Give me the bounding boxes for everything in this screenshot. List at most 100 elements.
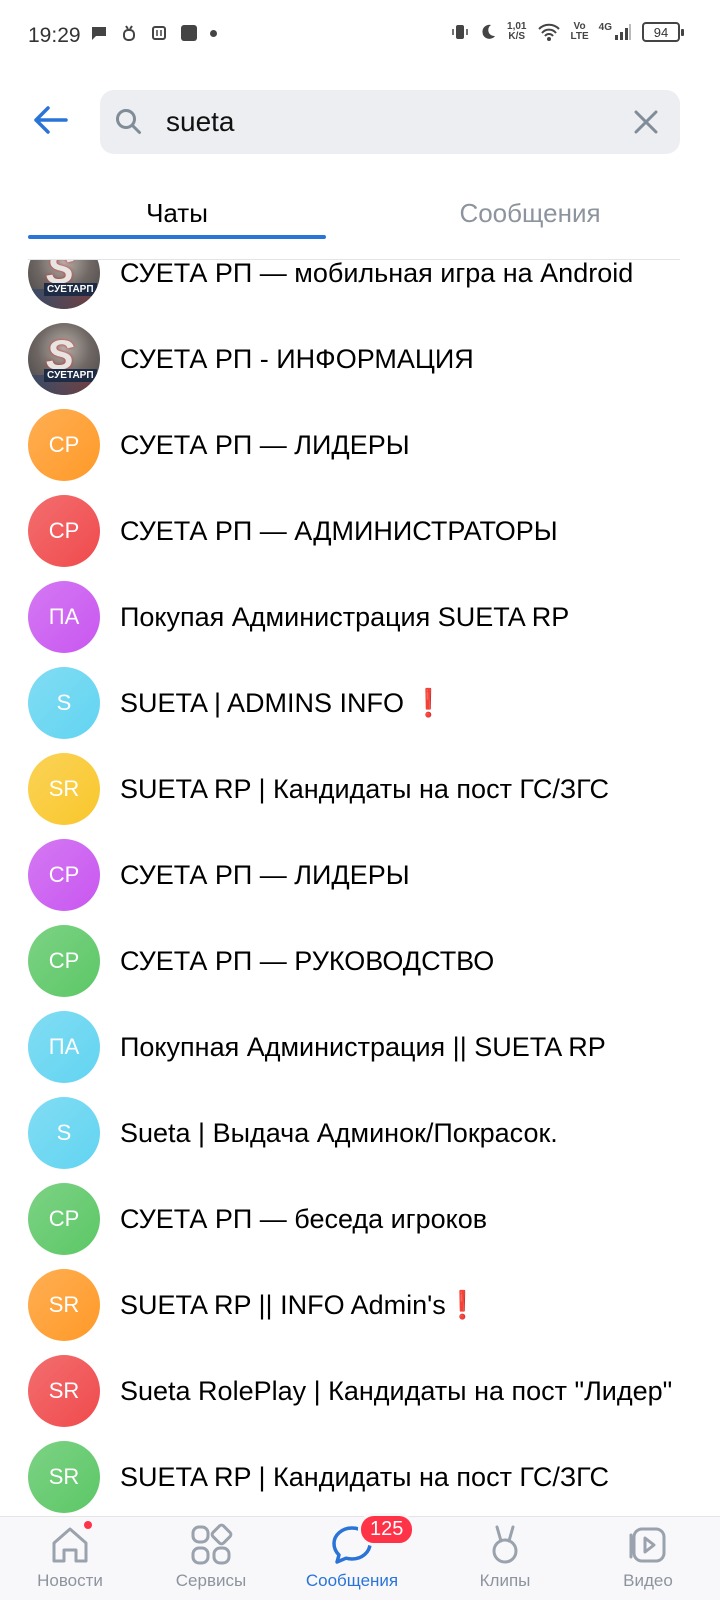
chat-result-item[interactable]: ПА Покупая Администрация SUETA RP [0, 574, 720, 660]
chat-title: СУЕТА РП — ЛИДЕРЫ [120, 430, 680, 461]
signal-bars-icon [615, 24, 631, 40]
chat-title-text: SUETA RP | Кандидаты на пост ГС/ЗГС [120, 773, 610, 804]
moon-icon [482, 24, 496, 39]
avatar-initials: SR [48, 1464, 80, 1489]
avatar-initials: ПА [48, 1034, 80, 1059]
app-square-icon [181, 25, 197, 41]
active-tab-indicator [28, 235, 326, 239]
chat-title-text: СУЕТА РП — мобильная игра на Android [120, 260, 634, 288]
volte-indicator: Vo LTE [570, 21, 589, 42]
chat-result-item[interactable]: S СУЕТАРП СУЕТА РП — мобильная игра на And… [0, 260, 720, 316]
chat-avatar: S СУЕТАРП [28, 323, 100, 395]
bottom-navigation: Новости Сервисы 125 Сообщения Клипы Виде… [0, 1513, 720, 1600]
chat-avatar: СР [28, 409, 100, 481]
avatar-initials: SR [48, 1378, 80, 1403]
chat-bubble-icon [92, 27, 106, 40]
more-notifications-dot [210, 29, 217, 37]
chat-title: Покупая Администрация SUETA RP [120, 602, 680, 633]
chat-avatar: ПА [28, 1011, 100, 1083]
chat-title-text: СУЕТА РП — беседа игроков [120, 1203, 488, 1234]
chat-results-list[interactable]: S СУЕТАРП СУЕТА РП — мобильная игра на And… [0, 260, 720, 1516]
chat-avatar: СР [28, 839, 100, 911]
chat-avatar: SR [28, 1269, 100, 1341]
avatar-initials: S [56, 690, 72, 715]
chat-result-item[interactable]: СР СУЕТА РП — АДМИНИСТРАТОРЫ [0, 488, 720, 574]
bug-icon [123, 25, 135, 41]
chat-title-text: СУЕТА РП — ЛИДЕРЫ [120, 859, 410, 890]
chat-result-item[interactable]: S СУЕТАРП СУЕТА РП - ИНФОРМАЦИЯ [0, 316, 720, 402]
chat-title: SUETA RP || INFO Admin's❗ [120, 1289, 680, 1321]
news-unread-dot [82, 1519, 94, 1531]
chat-result-item[interactable]: SR SUETA RP | Кандидаты на пост ГС/ЗГС [0, 746, 720, 832]
chat-title-text: SUETA RP | Кандидаты на пост ГС/ЗГС [120, 1461, 610, 1492]
avatar-initials: SR [48, 776, 80, 801]
chat-result-item[interactable]: SR SUETA RP || INFO Admin's❗ [0, 1262, 720, 1348]
arrow-left-icon [34, 106, 68, 134]
chat-title-text: Sueta RolePlay | Кандидаты на пост "Лиде… [120, 1375, 673, 1406]
chat-result-item[interactable]: S Sueta | Выдача Админок/Покрасок. [0, 1090, 720, 1176]
avatar-initials: ПА [48, 604, 80, 629]
chat-title-text: Покупая Администрация SUETA RP [120, 601, 570, 632]
chat-result-item[interactable]: SR SUETA RP | Кандидаты на пост ГС/ЗГС [0, 1434, 720, 1516]
chat-result-item[interactable]: S SUETA | ADMINS INFO ❗ [0, 660, 720, 746]
nfc-icon [152, 26, 166, 40]
chat-avatar: СР [28, 1183, 100, 1255]
avatar-initials: СР [48, 518, 80, 543]
clips-bunny-icon [483, 1523, 527, 1567]
chat-title: SUETA | ADMINS INFO ❗ [120, 687, 680, 719]
notification-icons [90, 24, 217, 42]
chat-result-item[interactable]: ПА Покупная Администрация || SUETA RP [0, 1004, 720, 1090]
chat-title: SUETA RP | Кандидаты на пост ГС/ЗГС [120, 774, 680, 805]
battery-indicator: 94 [642, 22, 684, 42]
chat-title: СУЕТА РП — мобильная игра на Android [120, 260, 680, 289]
chat-title: СУЕТА РП — АДМИНИСТРАТОРЫ [120, 516, 680, 547]
chat-title: СУЕТА РП - ИНФОРМАЦИЯ [120, 344, 680, 375]
avatar-initials: СР [48, 862, 80, 887]
nav-clips[interactable]: Клипы [445, 1523, 565, 1600]
chat-title: Покупная Администрация || SUETA RP [120, 1032, 680, 1063]
search-icon [116, 109, 141, 134]
nav-services[interactable]: Сервисы [151, 1523, 271, 1600]
chat-result-item[interactable]: СР СУЕТА РП — ЛИДЕРЫ [0, 832, 720, 918]
chat-title: СУЕТА РП — беседа игроков [120, 1204, 680, 1235]
system-icons: 1,01 K/S Vo LTE 4G 94 [451, 21, 684, 42]
status-bar: 19:29 1,01 K/S Vo LTE 4G 94 [0, 0, 720, 72]
tab-chats[interactable]: Чаты [28, 198, 326, 229]
chat-result-item[interactable]: СР СУЕТА РП — РУКОВОДСТВО [0, 918, 720, 1004]
chat-title-text: СУЕТА РП - ИНФОРМАЦИЯ [120, 343, 474, 374]
tab-messages[interactable]: Сообщения [380, 198, 680, 229]
chat-title: СУЕТА РП — РУКОВОДСТВО [120, 946, 680, 977]
signal-strength: 4G [599, 23, 632, 41]
chat-result-item[interactable]: СР СУЕТА РП — ЛИДЕРЫ [0, 402, 720, 488]
search-input[interactable] [166, 106, 606, 138]
close-icon [634, 110, 658, 134]
chat-title: СУЕТА РП — ЛИДЕРЫ [120, 860, 680, 891]
chat-avatar: S [28, 1097, 100, 1169]
avatar-initials: S [56, 1120, 72, 1145]
avatar-initials: СР [48, 432, 80, 457]
chat-title-text: Покупная Администрация || SUETA RP [120, 1031, 606, 1062]
chat-result-item[interactable]: СР СУЕТА РП — беседа игроков [0, 1176, 720, 1262]
chat-title: SUETA RP | Кандидаты на пост ГС/ЗГС [120, 1462, 680, 1493]
message-bubble-icon: 125 [330, 1513, 416, 1567]
exclamation-emoji: ❗ [445, 1290, 480, 1320]
exclamation-emoji: ❗ [411, 688, 446, 718]
avatar-initials: СР [48, 948, 80, 973]
status-time: 19:29 [28, 24, 81, 47]
back-button[interactable] [28, 98, 72, 142]
search-tabs: Чаты Сообщения [28, 176, 680, 260]
clear-search-button[interactable] [628, 104, 664, 140]
avatar-logo-tag: СУЕТАРП [44, 369, 97, 382]
chat-avatar: SR [28, 753, 100, 825]
chat-result-item[interactable]: SR Sueta RolePlay | Кандидаты на пост "Ли… [0, 1348, 720, 1434]
avatar-logo-tag: СУЕТАРП [44, 283, 97, 296]
network-speed: 1,01 K/S [507, 21, 527, 42]
nav-video[interactable]: Видео [588, 1523, 708, 1600]
nav-messages[interactable]: 125 Сообщения [292, 1513, 416, 1600]
chat-avatar: СР [28, 925, 100, 997]
services-grid-icon [189, 1523, 233, 1567]
avatar-initials: SR [48, 1292, 80, 1317]
chat-title-text: СУЕТА РП — РУКОВОДСТВО [120, 945, 495, 976]
search-box[interactable] [100, 90, 680, 154]
nav-news[interactable]: Новости [10, 1519, 130, 1600]
